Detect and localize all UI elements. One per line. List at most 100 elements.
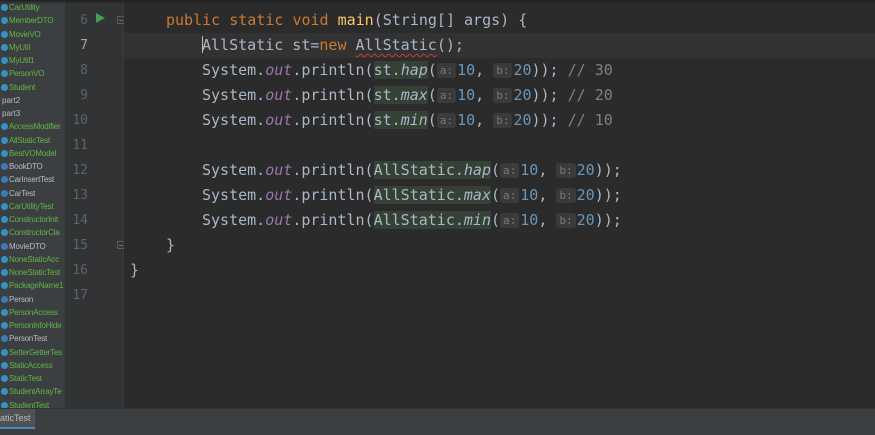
project-tree-item[interactable]: ConstructorCla — [0, 226, 60, 239]
code-text: , — [538, 186, 557, 204]
code-text: System. — [202, 86, 266, 104]
bottom-tab-active[interactable]: aticTest — [0, 409, 35, 429]
project-tree-item[interactable]: NoneStaticAcc — [0, 253, 59, 266]
project-tree-item[interactable]: PersonInfoHide — [0, 319, 62, 332]
code-line-6[interactable]: public static void main(String[] args) { — [166, 8, 527, 33]
project-tree-item[interactable]: NoneStaticTest — [0, 266, 60, 279]
project-tree-item[interactable]: PersonTest — [0, 332, 47, 345]
code-line-14[interactable]: System.out.println(AllStatic.min(a: 10, b… — [202, 208, 622, 233]
code-text: (); — [436, 36, 464, 54]
static-field: out — [265, 86, 293, 104]
code-text: )); — [594, 186, 622, 204]
comment: // 10 — [567, 111, 613, 129]
code-editor[interactable]: public static void main(String[] args) {… — [124, 0, 875, 408]
code-text: .println( — [292, 211, 374, 229]
code-text: AllStatic. — [373, 161, 464, 179]
project-tree-item[interactable]: StaticTest — [0, 372, 42, 385]
project-tree-item[interactable]: MovieDTO — [0, 240, 46, 253]
project-tree-item-label: Student — [9, 83, 36, 92]
number: 20 — [576, 186, 595, 204]
code-line-13[interactable]: System.out.println(AllStatic.max(a: 10, b… — [202, 183, 622, 208]
java-class-test-icon — [1, 269, 8, 276]
top-scroll-shadow — [0, 0, 875, 4]
project-tree-item[interactable]: StudentArrayTe — [0, 385, 62, 398]
project-tree-item-label: AccessModifier — [9, 122, 61, 131]
project-tool-window: CarUtility MemberDTO MovieVO MyUtil MyUtil1 P… — [0, 0, 65, 408]
project-tree-folder[interactable]: part3 — [2, 107, 20, 120]
code-text: )); — [594, 161, 622, 179]
instance-call: st.hap — [373, 61, 428, 79]
code-line-16[interactable]: } — [130, 258, 139, 283]
project-tree-item[interactable]: CarInsertTest — [0, 173, 54, 186]
code-line-10[interactable]: System.out.println(st.min(a: 10, b: 20)); … — [202, 108, 613, 133]
java-class-icon — [1, 163, 8, 170]
project-tree-item[interactable]: ConstructorInit — [0, 213, 58, 226]
project-tree-item-label: MemberDTO — [9, 16, 54, 25]
code-text: st= — [283, 36, 320, 54]
project-tree-item[interactable]: StaticAccess — [0, 359, 53, 372]
project-tree-item[interactable]: StudentTest — [0, 399, 49, 408]
project-tree-item[interactable]: MovieVO — [0, 28, 41, 41]
param-hint: a: — [436, 113, 457, 128]
project-tree-item[interactable]: MemberDTO — [0, 14, 53, 27]
comment: // 20 — [567, 86, 613, 104]
project-tree-item-label: MyUtil — [9, 43, 31, 52]
code-line-12[interactable]: System.out.println(AllStatic.hap(a: 10, b… — [202, 158, 622, 183]
code-line-9[interactable]: System.out.println(st.max(a: 10, b: 20)); … — [202, 83, 613, 108]
code-line-8[interactable]: System.out.println(st.hap(a: 10, b: 20)); … — [202, 58, 613, 83]
project-tree-item-label: ConstructorCla — [9, 228, 60, 237]
project-tree-item[interactable]: MyUtil — [0, 41, 30, 54]
java-class-test-icon — [1, 362, 8, 369]
project-tree-item-label: CarUtilityTest — [9, 202, 54, 211]
param-hint: a: — [500, 163, 520, 178]
project-tree-item[interactable]: AllStaticTest — [0, 134, 50, 147]
project-tree-item[interactable]: CarTest — [0, 187, 35, 200]
code-text: ( — [427, 86, 437, 104]
code-text: AllStatic. — [373, 211, 464, 229]
code-text: AllStatic. — [373, 186, 464, 204]
code-line-7[interactable]: AllStatic st=new AllStatic(); — [202, 33, 464, 58]
param-hint: a: — [436, 88, 457, 103]
code-text: )); — [531, 86, 568, 104]
project-tree-item-label: SetterGetterTes — [9, 348, 63, 357]
number: 10 — [520, 161, 539, 179]
code-line-15[interactable]: } — [166, 233, 175, 258]
code-text: st. — [373, 86, 401, 104]
java-class-test-icon — [1, 375, 8, 382]
project-tree-item-label: ConstructorInit — [9, 215, 59, 224]
project-tree-item-label: StudentTest — [9, 401, 50, 408]
code-text: } — [130, 261, 140, 279]
project-tree-item[interactable]: CarUtilityTest — [0, 200, 54, 213]
project-tree-item[interactable]: BookDTO — [0, 160, 43, 173]
project-tree-item[interactable]: BestVOModel — [0, 147, 56, 160]
project-tree-item[interactable]: PersonVO — [0, 67, 45, 80]
java-class-icon — [1, 296, 8, 303]
java-class-test-icon — [1, 203, 8, 210]
static-call: AllStatic.min — [373, 211, 491, 229]
line-number: 8 — [80, 63, 88, 78]
java-class-test-icon — [1, 282, 8, 289]
project-tree-item[interactable]: Person — [0, 293, 33, 306]
number: 10 — [457, 86, 476, 104]
code-text: , — [475, 61, 494, 79]
project-tree-item[interactable]: PersonAccess — [0, 306, 58, 319]
project-tree-item[interactable]: AccessModifier — [0, 120, 61, 133]
project-tree-item[interactable]: SetterGetterTes — [0, 346, 62, 359]
param-hint: b: — [493, 113, 513, 128]
param-hint: b: — [556, 163, 576, 178]
run-main-icon[interactable] — [96, 13, 105, 23]
project-tree-item[interactable]: Student — [0, 81, 35, 94]
param-hint: a: — [436, 63, 457, 78]
code-text: .println( — [292, 161, 374, 179]
java-class-test-icon — [1, 4, 8, 11]
code-text: .println( — [292, 186, 374, 204]
number: 20 — [576, 161, 595, 179]
project-tree-item[interactable]: PackageName1 — [0, 279, 64, 292]
project-tree-folder[interactable]: part2 — [2, 94, 20, 107]
static-call: AllStatic.hap — [373, 161, 491, 179]
project-panel-scrollbar[interactable] — [65, 0, 72, 408]
number: 20 — [513, 111, 532, 129]
code-text: ( — [491, 211, 501, 229]
project-tree-item[interactable]: MyUtil1 — [0, 54, 34, 67]
method-name: hap — [400, 61, 428, 79]
